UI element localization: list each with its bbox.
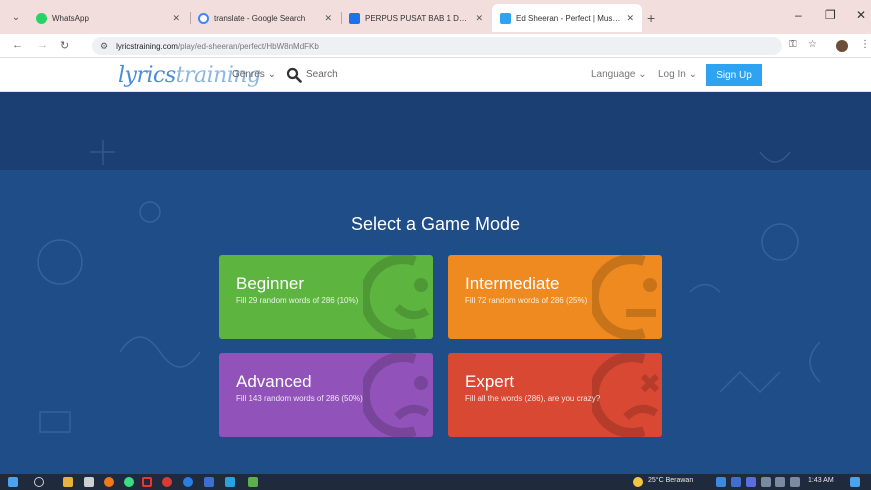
- volume-icon[interactable]: [775, 477, 785, 487]
- tab-search-icon[interactable]: ⌄: [8, 9, 24, 25]
- back-icon[interactable]: ←: [12, 39, 23, 51]
- logo-text-lyrics: lyrics: [118, 63, 176, 88]
- app-icon[interactable]: [225, 477, 235, 487]
- app-icon[interactable]: [248, 477, 258, 487]
- search-link[interactable]: Search: [306, 69, 338, 80]
- close-tab-icon[interactable]: ✕: [324, 13, 332, 24]
- close-window-icon[interactable]: ✕: [856, 8, 866, 22]
- close-tab-icon[interactable]: ✕: [475, 13, 483, 24]
- store-icon[interactable]: [84, 477, 94, 487]
- tab-title: translate - Google Search: [214, 13, 306, 23]
- app-icon[interactable]: [204, 477, 214, 487]
- expert-mode-card[interactable]: Expert Fill all the words (286), are you…: [448, 353, 662, 437]
- weather-text[interactable]: 25°C Berawan: [648, 477, 693, 484]
- search-icon[interactable]: [34, 477, 44, 487]
- close-tab-icon[interactable]: ✕: [172, 13, 180, 24]
- mode-name: Expert: [465, 372, 515, 391]
- windows-start-icon[interactable]: [8, 477, 18, 487]
- minimize-icon[interactable]: –: [795, 8, 802, 22]
- wifi-icon[interactable]: [761, 477, 771, 487]
- beginner-mode-card[interactable]: Beginner Fill 29 random words of 286 (10…: [219, 255, 433, 339]
- tab-title: WhatsApp: [52, 13, 89, 23]
- mode-name: Beginner: [236, 274, 305, 293]
- google-icon: [198, 12, 209, 24]
- tab-google-docs[interactable]: PERPUS PUSAT BAB 1 DAN 2.p ✕: [341, 4, 491, 32]
- language-menu[interactable]: Language ⌄: [591, 69, 647, 80]
- dead-face-icon: [592, 353, 660, 437]
- intermediate-mode-card[interactable]: Intermediate Fill 72 random words of 286…: [448, 255, 662, 339]
- address-bar-row: ← → ↻ ⚙ lyricstraining.com/play/ed-sheer…: [0, 34, 871, 58]
- close-tab-icon[interactable]: ✕: [626, 13, 634, 24]
- mode-description: Fill 72 random words of 286 (25%): [465, 296, 588, 305]
- profile-avatar[interactable]: [836, 40, 848, 52]
- app-icon[interactable]: [104, 477, 114, 487]
- tab-whatsapp[interactable]: WhatsApp ✕: [28, 4, 188, 32]
- whatsapp-icon: [36, 12, 47, 24]
- background-doodle-pattern: [37, 140, 821, 433]
- smiley-face-icon: [363, 255, 430, 339]
- restore-icon[interactable]: ❐: [825, 8, 836, 22]
- page-title: Select a Game Mode: [350, 214, 521, 234]
- bookmark-star-icon[interactable]: ☆: [808, 39, 817, 50]
- lyricstraining-icon: [500, 12, 511, 24]
- site-info-icon[interactable]: ⚙: [100, 41, 108, 52]
- docs-icon: [349, 12, 360, 24]
- tab-google-search[interactable]: translate - Google Search ✕: [190, 4, 340, 32]
- reload-icon[interactable]: ↻: [60, 39, 69, 52]
- password-key-icon[interactable]: ⚿: [789, 39, 797, 50]
- url-path: /play/ed-sheeran/perfect/HbW8nMdFKb: [177, 41, 319, 51]
- url-host: lyricstraining.com: [116, 41, 178, 51]
- new-tab-button[interactable]: +: [647, 10, 655, 26]
- mode-name: Intermediate: [465, 274, 560, 293]
- sad-face-icon: [363, 353, 430, 437]
- notifications-icon[interactable]: [850, 477, 860, 487]
- clock-text[interactable]: 1:43 AM: [808, 477, 834, 484]
- app-icon[interactable]: [162, 477, 172, 487]
- signup-button[interactable]: Sign Up: [706, 64, 762, 86]
- site-header: lyricstraining Genres ⌄ Search Language …: [0, 58, 871, 92]
- login-menu[interactable]: Log In ⌄: [658, 69, 697, 80]
- tab-title: Ed Sheeran - Perfect | Music Vi: [516, 13, 621, 23]
- mode-description: Fill 29 random words of 286 (10%): [236, 296, 359, 305]
- search-icon[interactable]: [286, 67, 302, 83]
- battery-icon[interactable]: [790, 477, 800, 487]
- mode-description: Fill all the words (286), are you crazy?: [465, 394, 601, 403]
- neutral-face-icon: [592, 255, 657, 339]
- tray-app-icon[interactable]: [716, 477, 726, 487]
- weather-icon[interactable]: [633, 477, 643, 487]
- url-field[interactable]: ⚙ lyricstraining.com/play/ed-sheeran/per…: [92, 37, 782, 55]
- tab-title: PERPUS PUSAT BAB 1 DAN 2.p: [365, 13, 470, 23]
- tray-app-icon[interactable]: [731, 477, 741, 487]
- tab-lyricstraining[interactable]: Ed Sheeran - Perfect | Music Vi ✕: [492, 4, 642, 32]
- browser-tab-strip: ⌄ WhatsApp ✕ translate - Google Search ✕…: [0, 0, 871, 34]
- advanced-mode-card[interactable]: Advanced Fill 143 random words of 286 (5…: [219, 353, 433, 437]
- screen: ⌄ WhatsApp ✕ translate - Google Search ✕…: [0, 0, 871, 490]
- edge-icon[interactable]: [183, 477, 193, 487]
- file-explorer-icon[interactable]: [63, 477, 73, 487]
- mode-description: Fill 143 random words of 286 (50%): [236, 394, 363, 403]
- tray-app-icon[interactable]: [746, 477, 756, 487]
- mode-name: Advanced: [236, 372, 312, 391]
- chrome-icon[interactable]: [124, 477, 134, 487]
- browser-menu-icon[interactable]: ⋮: [860, 39, 870, 50]
- forward-icon[interactable]: →: [37, 39, 48, 51]
- genres-menu[interactable]: Genres ⌄: [232, 69, 276, 80]
- windows-taskbar: 25°C Berawan 1:43 AM: [0, 474, 871, 490]
- opera-icon[interactable]: [142, 477, 152, 487]
- game-mode-panel: Select a Game Mode Beginner Fill 29 rand…: [0, 92, 871, 474]
